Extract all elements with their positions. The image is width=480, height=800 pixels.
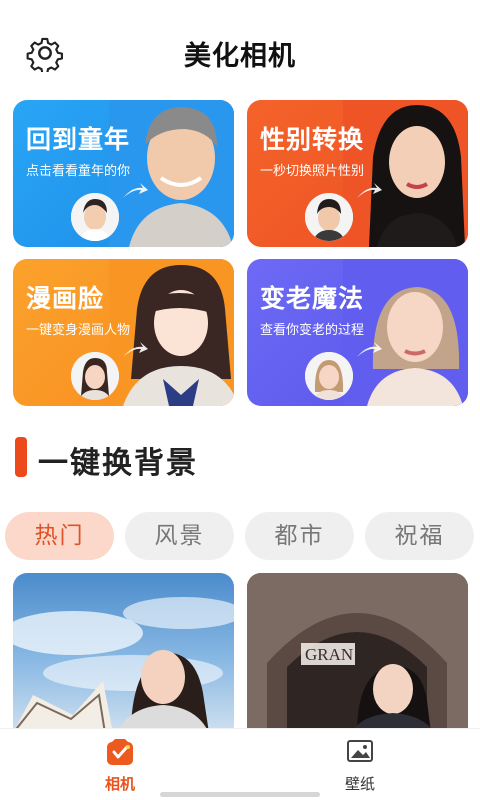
camera-icon	[107, 739, 133, 765]
feature-card-childhood[interactable]: 回到童年 点击看看童年的你	[13, 100, 234, 247]
feature-title: 变老魔法	[260, 284, 365, 313]
sign-text: GRAN	[305, 645, 353, 664]
home-indicator	[160, 792, 320, 797]
arrow-right-icon	[123, 342, 148, 357]
category-tab-city[interactable]: 都市	[245, 512, 354, 560]
background-template-card[interactable]: GRAN	[247, 573, 468, 733]
feature-card-gender-swap[interactable]: 性别转换 一秒切换照片性别	[247, 100, 468, 247]
feature-title: 性别转换	[260, 125, 365, 154]
nav-label: 壁纸	[344, 775, 375, 793]
category-tab-hot[interactable]: 热门	[5, 512, 114, 560]
avatar	[71, 352, 119, 400]
category-tab-scenery[interactable]: 风景	[125, 512, 234, 560]
template-image	[13, 597, 234, 733]
section-title: 一键换背景	[38, 446, 198, 481]
nav-tab-wallpaper[interactable]: 壁纸	[320, 737, 400, 794]
feature-subtitle: 一秒切换照片性别	[260, 164, 365, 179]
avatar	[305, 352, 353, 400]
feature-subtitle: 查看你变老的过程	[260, 323, 365, 338]
background-template-card[interactable]	[13, 573, 234, 733]
nav-tab-camera[interactable]: 相机	[80, 737, 160, 794]
feature-subtitle: 一键变身漫画人物	[26, 323, 131, 338]
template-image: GRAN	[247, 573, 468, 733]
image-icon	[347, 740, 373, 762]
header: 美化相机	[0, 0, 480, 100]
avatar	[71, 193, 119, 241]
bottom-navigation: 相机 壁纸	[0, 728, 480, 800]
nav-label: 相机	[104, 775, 135, 793]
feature-title: 回到童年	[26, 125, 131, 154]
page-title: 美化相机	[184, 41, 296, 72]
arrow-right-icon	[357, 183, 382, 198]
avatar	[305, 193, 353, 241]
arrow-right-icon	[123, 183, 148, 198]
feature-title: 漫画脸	[26, 284, 105, 313]
section-accent-bar	[15, 437, 27, 477]
feature-card-comic-face[interactable]: 漫画脸 一键变身漫画人物	[13, 259, 234, 406]
arrow-right-icon	[357, 342, 382, 357]
category-tab-blessing[interactable]: 祝福	[365, 512, 474, 560]
feature-card-aging-magic[interactable]: 变老魔法 查看你变老的过程	[247, 259, 468, 406]
feature-subtitle: 点击看看童年的你	[26, 164, 131, 179]
